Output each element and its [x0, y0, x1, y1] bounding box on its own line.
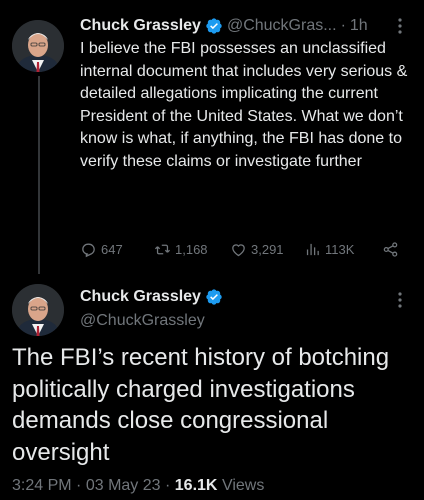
tweet-actions: 647 1,168 3,291 113K: [80, 240, 410, 258]
author-handle[interactable]: @ChuckGrassley: [80, 312, 205, 330]
like-button[interactable]: 3,291: [230, 241, 284, 258]
retweet-icon: [154, 244, 171, 254]
tweet-date[interactable]: 03 May 23: [86, 477, 161, 494]
views-icon: [306, 243, 319, 255]
views-button[interactable]: 113K: [304, 241, 354, 258]
more-icon[interactable]: [390, 290, 410, 310]
tweet-text: I believe the FBI possesses an unclassif…: [80, 40, 408, 170]
more-icon[interactable]: [390, 15, 410, 37]
share-icon: [383, 241, 398, 257]
author-name-row: Chuck Grassley: [80, 288, 223, 306]
tweet-time[interactable]: 3:24 PM: [12, 477, 72, 494]
tweet-focused: Chuck Grassley @ChuckGrassley The FBI’s …: [0, 272, 424, 500]
like-count: 3,291: [251, 241, 284, 257]
tweet-time[interactable]: 1h: [350, 17, 368, 35]
retweet-count: 1,168: [175, 241, 208, 257]
reply-icon: [82, 243, 95, 257]
views-count: 16.1K: [174, 477, 218, 494]
separator: ·: [340, 17, 346, 34]
author-handle[interactable]: @ChuckGras...: [227, 17, 337, 35]
tweet-text: The FBI’s recent history of botching pol…: [12, 344, 390, 466]
retweet-button[interactable]: 1,168: [154, 241, 208, 258]
reply-count: 647: [101, 241, 123, 257]
share-button[interactable]: [382, 241, 399, 258]
author-name[interactable]: Chuck Grassley: [80, 288, 201, 306]
avatar-image: [12, 20, 64, 72]
separator: ·: [165, 477, 171, 494]
avatar[interactable]: [12, 284, 64, 336]
views-label: Views: [221, 477, 265, 494]
like-icon: [232, 243, 245, 256]
thread-line: [38, 76, 40, 274]
verified-badge-icon: [205, 288, 223, 306]
tweet-header: Chuck Grassley @ChuckGras... · 1h: [80, 15, 410, 37]
views-count: 113K: [325, 241, 355, 257]
reply-button[interactable]: 647: [80, 241, 123, 258]
tweet-meta: 3:24 PM · 03 May 23 · 16.1K Views: [12, 477, 264, 495]
verified-badge-icon: [205, 17, 223, 35]
avatar-image: [12, 284, 64, 336]
avatar[interactable]: [12, 20, 64, 72]
separator: ·: [76, 477, 82, 494]
tweet-parent[interactable]: Chuck Grassley @ChuckGras... · 1h I beli…: [0, 0, 424, 274]
author-name[interactable]: Chuck Grassley: [80, 17, 201, 35]
